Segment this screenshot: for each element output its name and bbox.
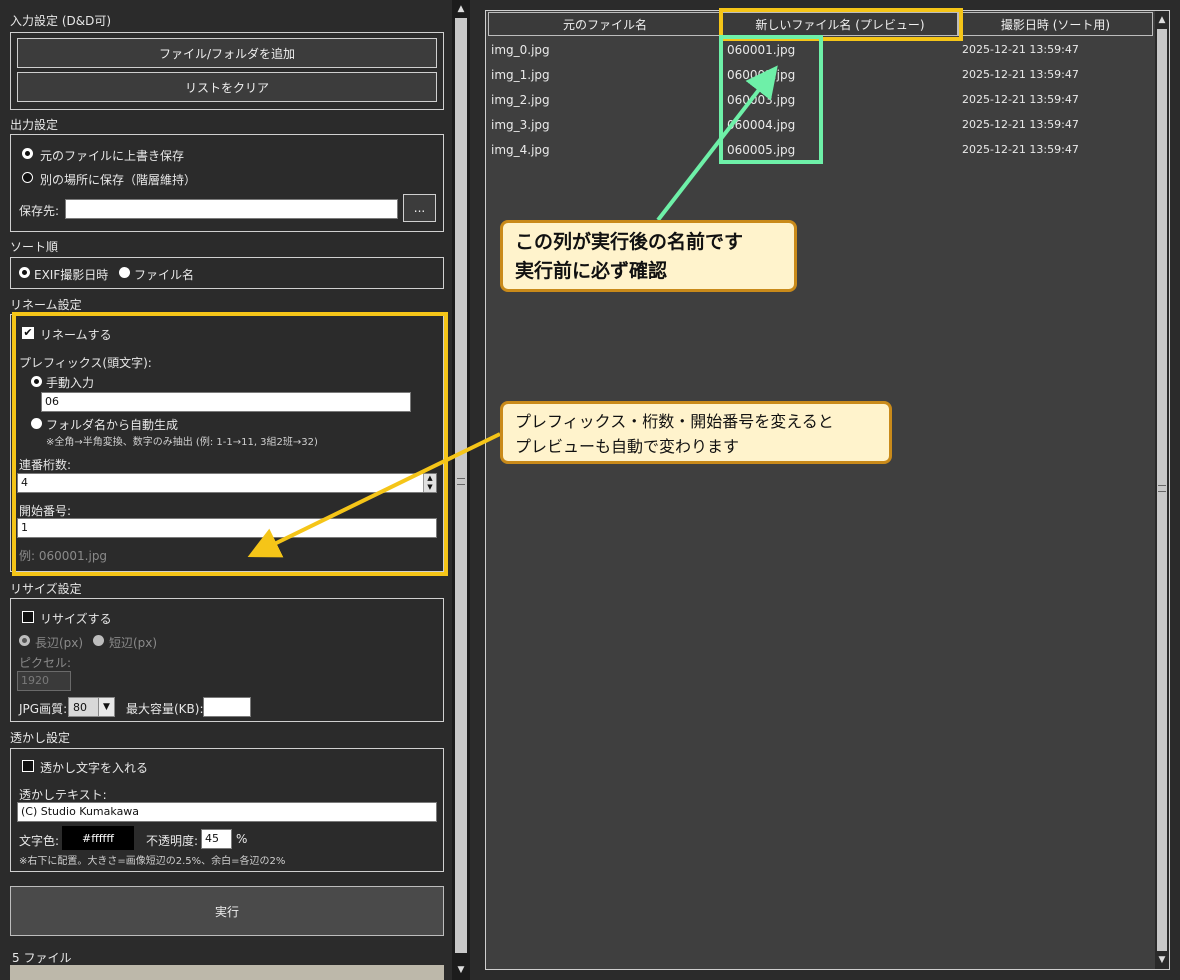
prefix-callout-line2: プレビューも自動で変わります (515, 437, 740, 456)
green-arrow (656, 65, 778, 222)
prefix-callout-line1: プレフィックス・桁数・開始番号を変えると (515, 412, 834, 431)
name-column-callout-line2: 実行前に必ず確認 (515, 260, 668, 282)
annotation-arrows (247, 65, 778, 558)
name-column-callout: この列が実行後の名前です 実行前に必ず確認 (500, 220, 797, 292)
yellow-arrow (247, 432, 501, 558)
prefix-callout: プレフィックス・桁数・開始番号を変えると プレビューも自動で変わります (500, 401, 892, 464)
name-column-callout-line1: この列が実行後の名前です (515, 231, 744, 253)
